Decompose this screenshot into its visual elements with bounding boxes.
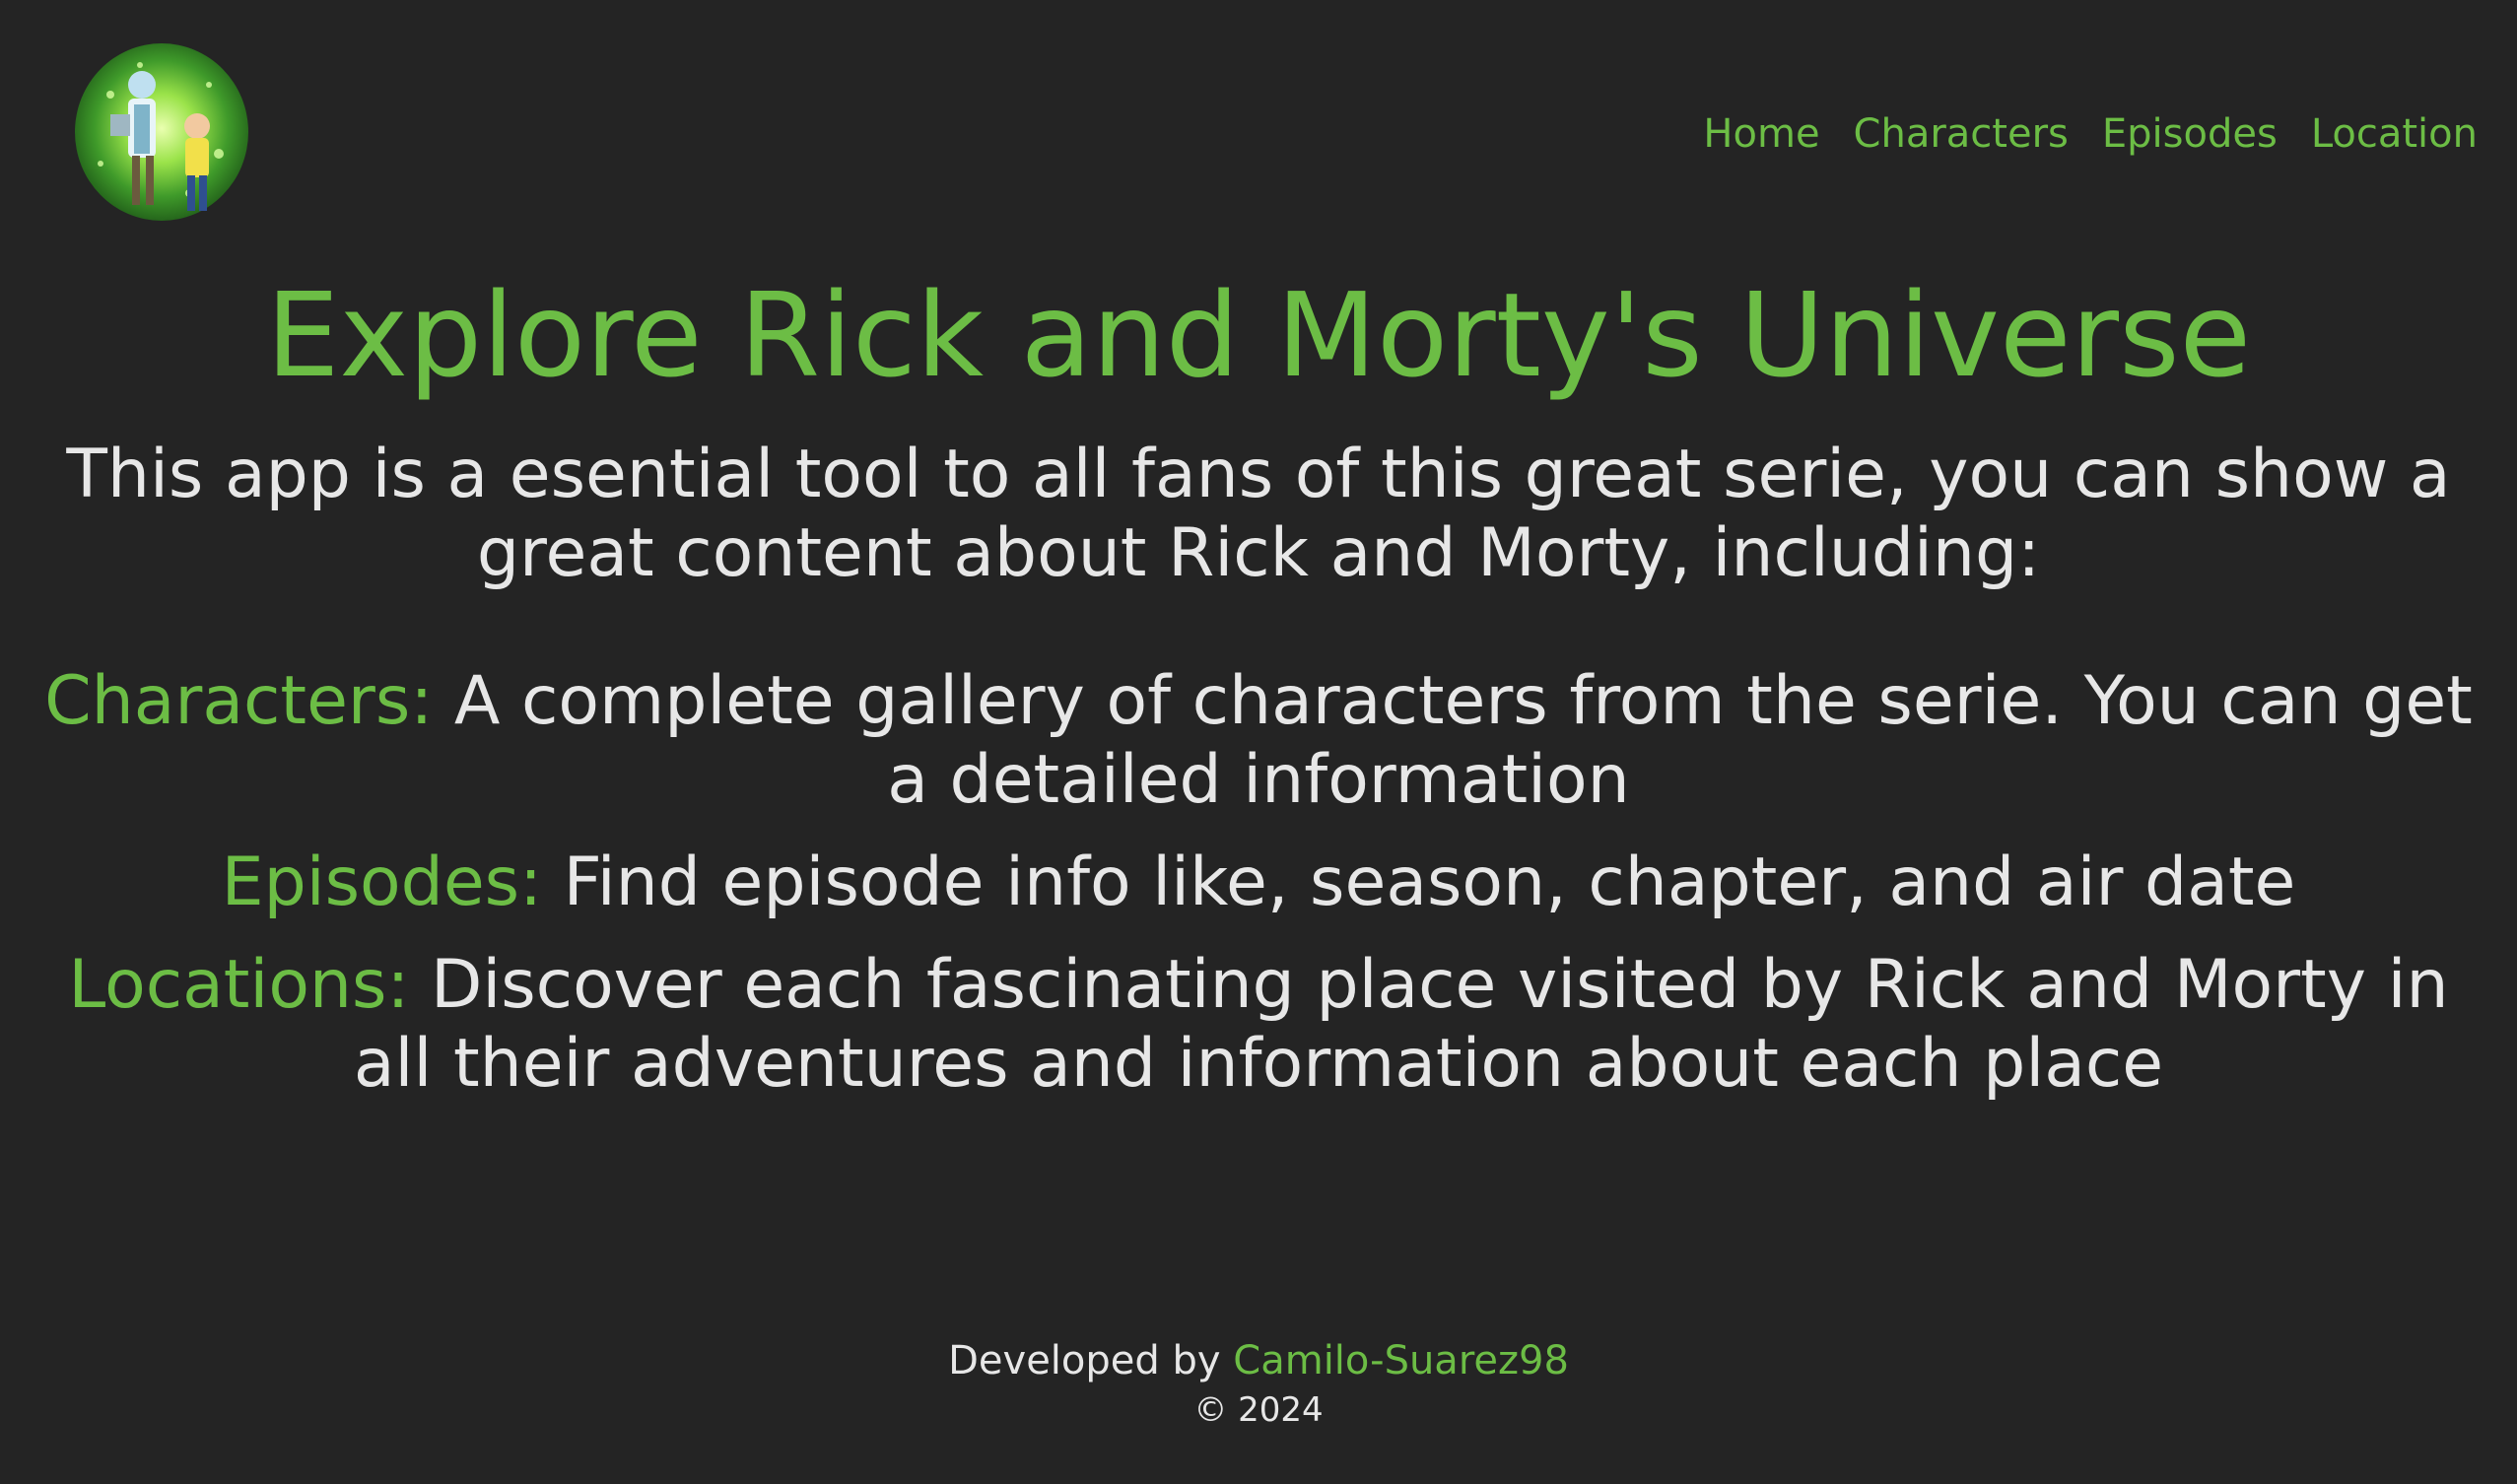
main-nav: Home Characters Episodes Location — [1703, 106, 2478, 162]
site-footer: Developed by Camilo-Suarez98 © 2024 — [0, 1335, 2517, 1434]
main-content: Explore Rick and Morty's Universe This a… — [0, 266, 2517, 1127]
feature-characters: Characters: A complete gallery of charac… — [30, 662, 2487, 820]
nav-link-episodes[interactable]: Episodes — [2102, 106, 2278, 162]
feature-key: Characters: — [44, 662, 434, 740]
copyright-text: © 2024 — [1193, 1390, 1324, 1430]
feature-key: Locations: — [68, 946, 410, 1024]
feature-key: Episodes: — [221, 843, 542, 921]
features-list: Characters: A complete gallery of charac… — [0, 662, 2517, 1104]
feature-text: Discover each fascinating place visited … — [353, 946, 2449, 1103]
developer-credit: Developed by Camilo-Suarez98 — [0, 1335, 2517, 1386]
feature-text: A complete gallery of characters from th… — [453, 662, 2473, 819]
feature-locations: Locations: Discover each fascinating pla… — [30, 946, 2487, 1104]
portal-logo-icon[interactable] — [71, 35, 252, 233]
feature-text: Find episode info like, season, chapter,… — [563, 843, 2296, 921]
page-title: Explore Rick and Morty's Universe — [265, 267, 2252, 403]
nav-link-home[interactable]: Home — [1703, 106, 1819, 162]
site-header: Home Characters Episodes Location — [0, 0, 2517, 246]
nav-link-characters[interactable]: Characters — [1854, 106, 2069, 162]
feature-episodes: Episodes: Find episode info like, season… — [30, 843, 2487, 922]
nav-link-location[interactable]: Location — [2311, 106, 2478, 162]
intro-paragraph: This app is a esential tool to all fans … — [66, 436, 2451, 592]
author-link[interactable]: Camilo-Suarez98 — [1233, 1338, 1569, 1383]
developed-by-label: Developed by — [948, 1338, 1221, 1383]
